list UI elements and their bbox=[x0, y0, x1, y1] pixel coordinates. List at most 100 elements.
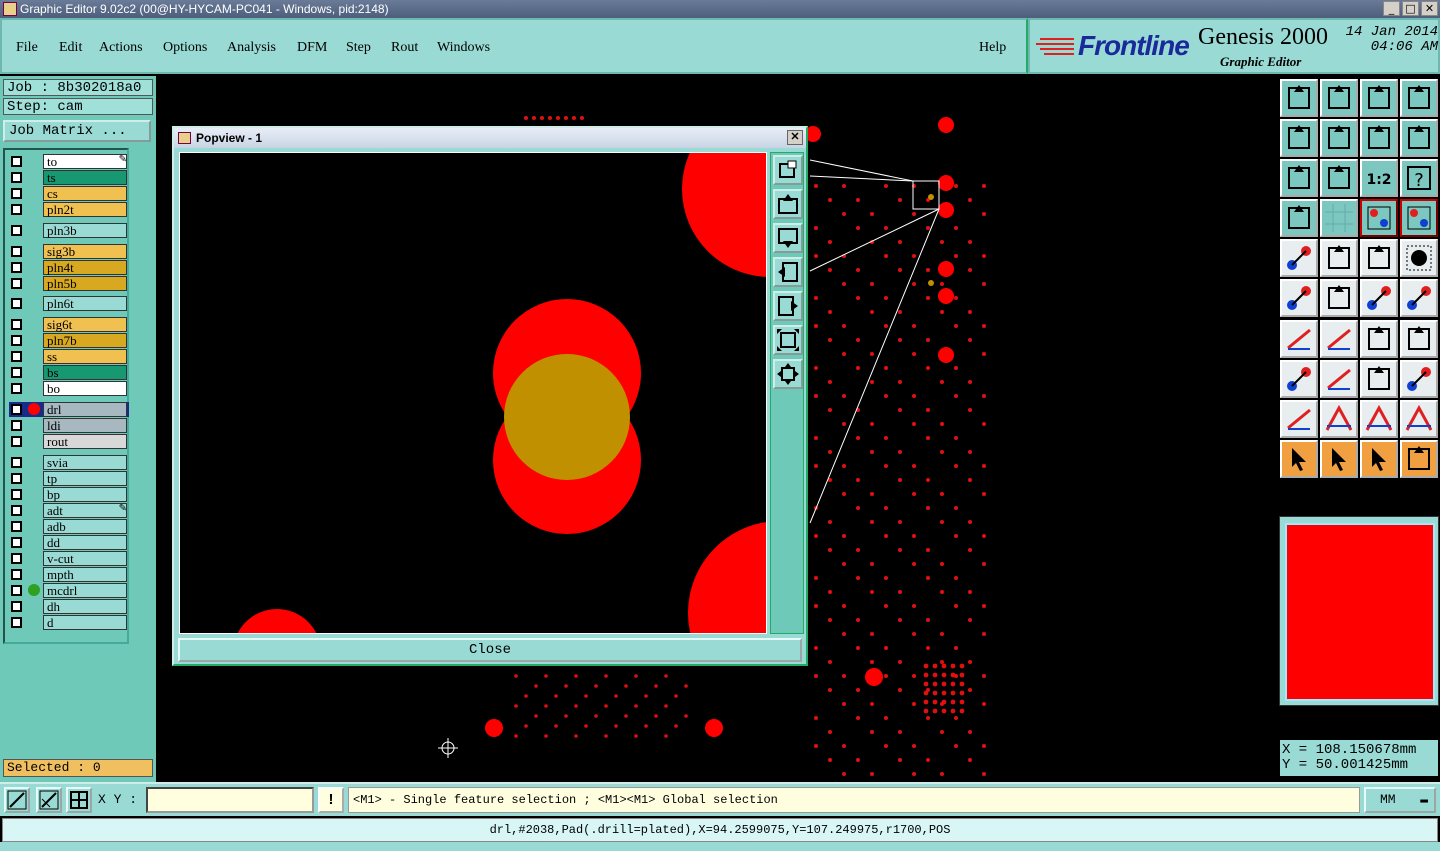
layer-row-dh[interactable]: dh bbox=[9, 598, 129, 614]
popview-view[interactable] bbox=[179, 152, 767, 634]
layer-name[interactable]: rout bbox=[43, 434, 127, 449]
layer-row-ldi[interactable]: ldi bbox=[9, 418, 129, 433]
snap-icon[interactable] bbox=[4, 787, 30, 813]
home-icon[interactable] bbox=[1360, 79, 1398, 117]
pv-pan-left-icon[interactable] bbox=[773, 257, 803, 287]
pv-pan-right-icon[interactable] bbox=[773, 291, 803, 321]
layer-row-cs[interactable]: cs bbox=[9, 186, 129, 201]
cross-icon[interactable] bbox=[1320, 279, 1358, 317]
layer-row-pln6t[interactable]: pln6t bbox=[9, 296, 129, 312]
layer-checkbox[interactable] bbox=[11, 568, 22, 580]
pv-pan-down-icon[interactable] bbox=[773, 223, 803, 253]
help-icon[interactable]: ? bbox=[1400, 159, 1438, 197]
settings-icon[interactable] bbox=[1280, 199, 1318, 237]
layer-name[interactable]: pln6t bbox=[43, 296, 127, 312]
layer-name[interactable]: mcdrl bbox=[43, 582, 127, 598]
layer-row-pln5b[interactable]: pln5b bbox=[9, 275, 129, 291]
layer-checkbox[interactable] bbox=[11, 456, 22, 468]
pv-zoom-window-icon[interactable] bbox=[773, 155, 803, 185]
layer-checkbox[interactable] bbox=[11, 504, 22, 516]
layer-checkbox[interactable] bbox=[11, 584, 22, 596]
layer-checkbox[interactable] bbox=[11, 188, 22, 199]
menu-edit[interactable]: Edit bbox=[59, 40, 82, 56]
menu-file[interactable]: File bbox=[16, 40, 38, 56]
circle-tool-icon[interactable] bbox=[1400, 239, 1438, 277]
layer-row-adt[interactable]: adt ✎ bbox=[9, 502, 129, 518]
pv-zoom-fit-icon[interactable] bbox=[773, 325, 803, 355]
arch-icon[interactable] bbox=[1360, 400, 1398, 438]
layer-checkbox[interactable] bbox=[11, 335, 22, 347]
popview-close-x[interactable]: ✕ bbox=[787, 130, 803, 145]
layer-row-adb[interactable]: adb bbox=[9, 518, 129, 534]
zoom-fit-icon[interactable] bbox=[1280, 159, 1318, 197]
right-arrow-icon[interactable] bbox=[1320, 119, 1358, 157]
layer-name[interactable]: dd bbox=[43, 534, 127, 550]
arch-alt-icon[interactable] bbox=[1400, 400, 1438, 438]
layer-checkbox[interactable] bbox=[11, 156, 22, 167]
layer-name[interactable]: ldi bbox=[43, 418, 127, 433]
layer-checkbox[interactable] bbox=[11, 552, 22, 564]
arc-icon[interactable] bbox=[1360, 320, 1398, 358]
grid-toggle-icon[interactable] bbox=[1320, 199, 1358, 237]
menu-rout[interactable]: Rout bbox=[391, 40, 418, 56]
menu-step[interactable]: Step bbox=[346, 40, 371, 56]
layer-row-mpth[interactable]: mpth bbox=[9, 566, 129, 582]
scale-icon[interactable]: 1:2 bbox=[1360, 159, 1398, 197]
pointer-orange-icon[interactable] bbox=[1360, 440, 1398, 478]
grid-icon[interactable] bbox=[66, 787, 92, 813]
layer-checkbox[interactable] bbox=[11, 224, 22, 236]
layer-checkbox[interactable] bbox=[11, 536, 22, 548]
layer-row-bo[interactable]: bo bbox=[9, 381, 129, 397]
layer-checkbox[interactable] bbox=[11, 319, 22, 331]
layer-name[interactable]: pln5b bbox=[43, 275, 127, 291]
layer-checkbox[interactable] bbox=[11, 261, 22, 273]
layer-name[interactable]: pln2t bbox=[43, 202, 127, 217]
layer-name[interactable]: bp bbox=[43, 486, 127, 502]
layer-name[interactable]: to bbox=[43, 154, 127, 169]
move-alt-icon[interactable] bbox=[1400, 279, 1438, 317]
left-arrow-icon[interactable] bbox=[1280, 119, 1318, 157]
popview-close-button[interactable]: Close bbox=[178, 638, 802, 662]
layer-name[interactable]: dh bbox=[43, 598, 127, 614]
layer-row-dd[interactable]: dd bbox=[9, 534, 129, 550]
layer-row-d[interactable]: d bbox=[9, 614, 129, 630]
layer-checkbox[interactable] bbox=[11, 245, 22, 257]
layer-checkbox[interactable] bbox=[11, 488, 22, 500]
layer-name[interactable]: pln7b bbox=[43, 333, 127, 349]
layer-name[interactable]: v-cut bbox=[43, 550, 127, 566]
layer-checkbox[interactable] bbox=[11, 436, 22, 447]
layer-row-tp[interactable]: tp bbox=[9, 470, 129, 486]
layer-row-pln7b[interactable]: pln7b bbox=[9, 333, 129, 349]
layer-row-to[interactable]: to ✎ bbox=[9, 154, 129, 169]
layer-checkbox[interactable] bbox=[11, 520, 22, 532]
job-matrix-button[interactable]: Job Matrix ... bbox=[3, 120, 151, 142]
line-cut-icon[interactable] bbox=[1320, 360, 1358, 398]
layer-name[interactable]: bs bbox=[43, 365, 127, 381]
units-select[interactable]: MM ▬ bbox=[1364, 787, 1436, 813]
measure-icon[interactable] bbox=[36, 787, 62, 813]
open-step-icon[interactable] bbox=[1280, 79, 1318, 117]
layer-row-ss[interactable]: ss bbox=[9, 349, 129, 365]
pad-select-icon[interactable] bbox=[1280, 360, 1318, 398]
menu-options[interactable]: Options bbox=[163, 40, 207, 56]
undo-icon[interactable] bbox=[1360, 119, 1398, 157]
layer-checkbox[interactable] bbox=[11, 420, 22, 431]
layer-name[interactable]: drl bbox=[43, 402, 127, 417]
layer-row-bp[interactable]: bp bbox=[9, 486, 129, 502]
connect-icon[interactable] bbox=[1280, 279, 1318, 317]
redo-icon[interactable] bbox=[1400, 119, 1438, 157]
layer-name[interactable]: pln3b bbox=[43, 222, 127, 238]
layer-name[interactable]: pln4t bbox=[43, 259, 127, 275]
layer-row-pln2t[interactable]: pln2t bbox=[9, 202, 129, 217]
route-icon[interactable] bbox=[1400, 440, 1438, 478]
warning-button[interactable]: ! bbox=[318, 787, 344, 813]
close-window-button[interactable]: ✕ bbox=[1421, 1, 1438, 16]
layer-checkbox[interactable] bbox=[11, 277, 22, 289]
surface-tool-icon[interactable] bbox=[1320, 239, 1358, 277]
minimize-button[interactable]: _ bbox=[1383, 1, 1400, 16]
layer-checkbox[interactable] bbox=[11, 351, 22, 363]
layer-checkbox[interactable] bbox=[11, 616, 22, 628]
layer-name[interactable]: bo bbox=[43, 381, 127, 397]
pointer-box-icon[interactable] bbox=[1320, 440, 1358, 478]
menu-help[interactable]: Help bbox=[979, 40, 1006, 56]
